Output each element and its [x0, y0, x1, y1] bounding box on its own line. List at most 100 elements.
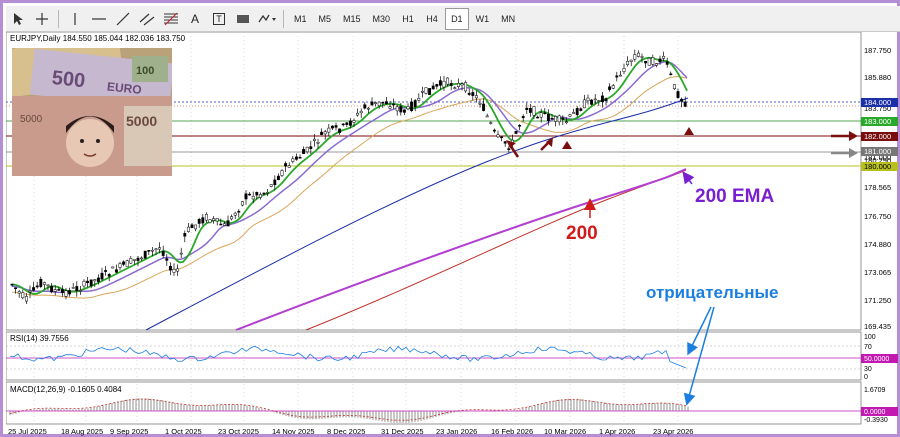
candle-body	[32, 287, 36, 291]
candle-body	[557, 115, 561, 123]
rsi-axis-label: 70	[864, 344, 872, 351]
candle-body	[622, 68, 626, 72]
candle-body	[636, 52, 640, 57]
candle-body	[676, 91, 680, 98]
candle-body	[485, 115, 489, 118]
candle-body	[57, 289, 61, 291]
candle-body	[543, 112, 547, 115]
candle-body	[651, 57, 655, 65]
text-label-icon[interactable]: T	[208, 8, 230, 30]
chart-window[interactable]: EURJPY,Daily 184.550 185.044 182.036 183…	[5, 31, 900, 437]
rsi-header: RSI(14) 39.7556	[10, 334, 69, 343]
rsi-pane[interactable]	[5, 331, 862, 381]
candle-body	[140, 257, 144, 260]
candle-body	[438, 80, 442, 86]
rsi-axis-label: 0	[864, 374, 868, 381]
candle-body	[669, 73, 673, 76]
candle-body	[446, 77, 450, 85]
candle-body	[561, 117, 565, 120]
candle-body	[514, 131, 518, 134]
timeframe-m15[interactable]: M15	[338, 8, 366, 30]
svg-text:5000: 5000	[20, 114, 43, 125]
candle-body	[629, 59, 633, 62]
candle-body	[183, 233, 187, 237]
candle-body	[546, 113, 550, 121]
timeframe-w1[interactable]: W1	[471, 8, 495, 30]
toolbar-separator	[58, 9, 59, 28]
candle-body	[449, 83, 453, 86]
candle-body	[244, 193, 248, 200]
candle-body	[118, 263, 122, 268]
candle-body	[345, 122, 349, 125]
candle-body	[186, 226, 190, 232]
channel-icon[interactable]	[136, 8, 158, 30]
candle-body	[672, 84, 676, 89]
candle-body	[302, 149, 306, 154]
candle-body	[35, 285, 39, 288]
candle-body	[50, 285, 54, 293]
candle-body	[60, 289, 64, 293]
macd-pane[interactable]	[5, 381, 862, 425]
candle-body	[190, 224, 194, 228]
candle-body	[53, 289, 57, 292]
candle-body	[298, 157, 302, 159]
toolbar-separator	[283, 9, 284, 28]
timeframe-m5[interactable]: M5	[314, 8, 337, 30]
rectangle-icon[interactable]	[232, 8, 254, 30]
cursor-icon[interactable]	[7, 8, 29, 30]
candle-body	[352, 120, 356, 123]
timeframe-h4[interactable]: H4	[421, 8, 443, 30]
candle-body	[554, 116, 558, 122]
price-label: 174.880	[864, 240, 891, 249]
timeframe-m30[interactable]: M30	[368, 8, 396, 30]
candle-body	[316, 142, 320, 144]
macd-axis-label: 0.0000	[864, 409, 886, 416]
candle-body	[201, 217, 205, 224]
candle-body	[255, 192, 259, 196]
window-frame: A T M1 M5 M15 M30 H1 H4 D1 W1 MN EURJPY,…	[0, 0, 900, 437]
horizontal-line-icon[interactable]	[88, 8, 110, 30]
candle-body	[528, 108, 532, 113]
candle-body	[500, 136, 504, 139]
date-label: 18 Aug 2025	[61, 427, 103, 436]
candle-body	[507, 148, 511, 150]
candle-body	[21, 292, 25, 299]
macd-axis: 1.6709 0.0000 -0.3930	[861, 387, 898, 424]
timeframe-mn[interactable]: MN	[496, 8, 520, 30]
timeframe-m1[interactable]: M1	[289, 8, 312, 30]
candle-body	[215, 218, 219, 222]
candle-body	[680, 98, 684, 102]
price-label: 187.750	[864, 46, 891, 55]
candle-body	[388, 106, 392, 109]
candle-body	[125, 260, 129, 267]
candle-body	[111, 266, 115, 269]
candle-body	[492, 129, 496, 132]
candle-body	[402, 109, 406, 113]
timeframe-h1[interactable]: H1	[397, 8, 419, 30]
candle-body	[262, 192, 266, 195]
trendline-icon[interactable]	[112, 8, 134, 30]
fibonacci-icon[interactable]	[160, 8, 182, 30]
date-label: 10 Mar 2026	[544, 427, 586, 436]
candle-body	[377, 101, 381, 106]
candle-body	[460, 83, 464, 86]
text-icon[interactable]: A	[184, 8, 206, 30]
candle-body	[633, 54, 637, 60]
crosshair-icon[interactable]	[31, 8, 53, 30]
candle-body	[161, 250, 165, 256]
candle-body	[323, 131, 327, 135]
candle-body	[143, 250, 147, 259]
candle-body	[572, 112, 576, 114]
candle-body	[665, 61, 669, 65]
shapes-icon[interactable]	[256, 8, 278, 30]
timeframe-d1[interactable]: D1	[445, 7, 469, 30]
candle-body	[424, 87, 428, 94]
macd-header: MACD(12,26,9) -0.1605 0.4084	[10, 385, 122, 394]
candle-body	[586, 97, 590, 102]
ema-annotation-label: 200 EMA	[695, 186, 774, 207]
candle-body	[17, 291, 21, 294]
candle-body	[482, 103, 486, 111]
candle-body	[294, 156, 298, 160]
vertical-line-icon[interactable]	[64, 8, 86, 30]
candle-body	[122, 261, 126, 265]
